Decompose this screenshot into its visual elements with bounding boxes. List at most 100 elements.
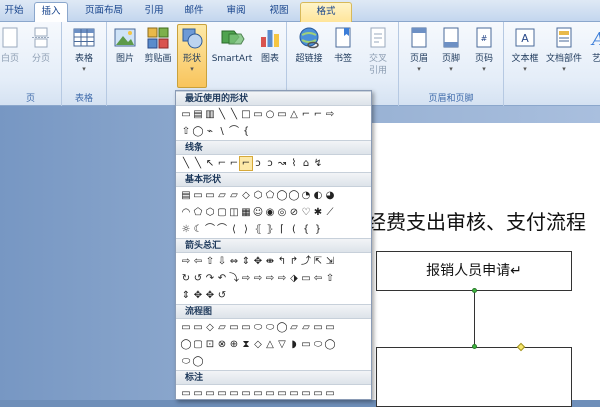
shape-basic-icon[interactable]: ⟩: [240, 223, 252, 236]
shape-recent-icon[interactable]: □: [240, 108, 252, 121]
cross-reference-button[interactable]: 交叉 引用: [363, 25, 393, 77]
shape-recent-icon[interactable]: ⌁: [204, 125, 216, 138]
shape-flowchart-icon[interactable]: ◯: [324, 338, 336, 351]
shape-basic-icon[interactable]: ♡: [300, 206, 312, 219]
tab-format[interactable]: 格式: [300, 2, 352, 22]
shape-arrows-icon[interactable]: ↻: [180, 272, 192, 285]
shape-recent-icon[interactable]: ⌒: [228, 125, 240, 138]
shape-callouts-icon[interactable]: ▭: [204, 387, 216, 399]
shape-arrows-icon[interactable]: ⇨: [180, 255, 192, 268]
footer-button[interactable]: 页脚 ▾: [437, 25, 465, 73]
shape-flowchart-icon[interactable]: ▭: [228, 321, 240, 334]
shape-lines-icon[interactable]: ⌇: [288, 157, 300, 170]
shape-recent-icon[interactable]: ⇧: [180, 125, 192, 138]
shape-lines-icon[interactable]: ⌂: [300, 157, 312, 170]
blank-page-button[interactable]: 白页: [0, 25, 24, 65]
shape-arrows-icon[interactable]: ↷: [204, 272, 216, 285]
shape-callouts-icon[interactable]: ▭: [264, 387, 276, 399]
shape-lines-icon[interactable]: ⌐: [228, 157, 240, 170]
shape-flowchart-icon[interactable]: ⬭: [264, 321, 276, 334]
shape-flowchart-icon[interactable]: ⬭: [180, 355, 192, 368]
shape-arrows-icon[interactable]: ↰: [276, 255, 288, 268]
shape-basic-icon[interactable]: ◠: [180, 206, 192, 219]
tab-references[interactable]: 引用: [140, 2, 168, 22]
shape-basic-icon[interactable]: ▱: [216, 189, 228, 202]
flowchart-connector[interactable]: [474, 291, 475, 347]
shape-flowchart-icon[interactable]: ◯: [276, 321, 288, 334]
shape-basic-icon[interactable]: ▤: [180, 189, 192, 202]
shape-basic-icon[interactable]: ⬠: [192, 206, 204, 219]
shape-basic-icon[interactable]: ⬠: [264, 189, 276, 202]
shape-recent-icon[interactable]: ⌐: [312, 108, 324, 121]
shape-arrows-icon[interactable]: ⇕: [240, 255, 252, 268]
shape-callouts-icon[interactable]: ▭: [288, 387, 300, 399]
shape-arrows-icon[interactable]: ↶: [216, 272, 228, 285]
shape-basic-icon[interactable]: ▢: [216, 206, 228, 219]
shape-arrows-icon[interactable]: ✥: [252, 255, 264, 268]
shape-flowchart-icon[interactable]: ◇: [252, 338, 264, 351]
shape-arrows-icon[interactable]: ⇨: [264, 272, 276, 285]
shape-basic-icon[interactable]: }: [312, 223, 324, 236]
shape-lines-icon[interactable]: ⌐: [216, 157, 228, 170]
shape-lines-icon[interactable]: ↝: [276, 157, 288, 170]
smartart-button[interactable]: SmartArt: [209, 25, 255, 65]
shape-arrows-icon[interactable]: ✥: [192, 289, 204, 302]
shape-arrows-icon[interactable]: ⇼: [264, 255, 276, 268]
shape-basic-icon[interactable]: ◫: [228, 206, 240, 219]
shape-basic-icon[interactable]: ✱: [312, 206, 324, 219]
tab-start[interactable]: 开始: [0, 2, 30, 22]
shape-flowchart-icon[interactable]: ⊕: [228, 338, 240, 351]
shape-callouts-icon[interactable]: ▭: [300, 387, 312, 399]
shape-lines-icon[interactable]: ↖: [204, 157, 216, 170]
shape-basic-icon[interactable]: ◐: [312, 189, 324, 202]
shape-lines-icon[interactable]: ↯: [312, 157, 324, 170]
shape-arrows-icon[interactable]: ⇦: [192, 255, 204, 268]
shape-recent-icon[interactable]: △: [288, 108, 300, 121]
page-break-button[interactable]: 分页: [27, 25, 55, 65]
shape-basic-icon[interactable]: ⬡: [204, 206, 216, 219]
table-button[interactable]: 表格 ▾: [68, 25, 100, 73]
shape-arrows-icon[interactable]: ⇲: [324, 255, 336, 268]
shape-lines-icon[interactable]: ╲: [192, 157, 204, 170]
shape-basic-icon[interactable]: ⌈: [276, 223, 288, 236]
shape-arrows-icon[interactable]: ⇕: [180, 289, 192, 302]
shape-flowchart-icon[interactable]: ▢: [192, 338, 204, 351]
shape-arrows-icon[interactable]: ⤴: [300, 255, 312, 268]
shape-basic-icon[interactable]: {: [300, 223, 312, 236]
shape-basic-icon[interactable]: ⟋: [324, 206, 336, 219]
shape-arrows-icon[interactable]: ⇨: [240, 272, 252, 285]
shape-arrows-icon[interactable]: ⇧: [324, 272, 336, 285]
shape-basic-icon[interactable]: ▭: [204, 189, 216, 202]
shape-basic-icon[interactable]: ⦄: [264, 223, 276, 236]
shape-callouts-icon[interactable]: ▭: [228, 387, 240, 399]
hyperlink-button[interactable]: 超链接: [293, 25, 325, 65]
quick-parts-button[interactable]: 文档部件 ▾: [542, 25, 586, 73]
shape-flowchart-icon[interactable]: △: [264, 338, 276, 351]
shape-flowchart-icon[interactable]: ▱: [300, 321, 312, 334]
shape-callouts-icon[interactable]: ▭: [324, 387, 336, 399]
shape-flowchart-icon[interactable]: ◯: [192, 355, 204, 368]
shape-basic-icon[interactable]: ◯: [276, 189, 288, 202]
tab-insert[interactable]: 插入: [34, 2, 68, 23]
shape-arrows-icon[interactable]: ✥: [204, 289, 216, 302]
shape-arrows-icon[interactable]: ⇩: [216, 255, 228, 268]
shape-basic-icon[interactable]: (: [288, 223, 300, 236]
shape-arrows-icon[interactable]: ⇨: [276, 272, 288, 285]
shape-basic-icon[interactable]: ◇: [240, 189, 252, 202]
shape-recent-icon[interactable]: ⌐: [300, 108, 312, 121]
shape-callouts-icon[interactable]: ▭: [240, 387, 252, 399]
shape-arrows-icon[interactable]: ↺: [192, 272, 204, 285]
shape-basic-icon[interactable]: ▱: [228, 189, 240, 202]
bookmark-button[interactable]: 书签: [329, 25, 357, 65]
shape-arrows-icon[interactable]: ▭: [300, 272, 312, 285]
shape-recent-icon[interactable]: {: [240, 125, 252, 138]
wordart-button[interactable]: A 艺术: [588, 25, 600, 65]
shape-recent-icon[interactable]: ╲: [228, 108, 240, 121]
shape-basic-icon[interactable]: ◎: [276, 206, 288, 219]
shape-arrows-icon[interactable]: ↺: [216, 289, 228, 302]
shape-recent-icon[interactable]: \: [216, 125, 228, 138]
tab-view[interactable]: 视图: [265, 2, 293, 22]
shape-lines-icon[interactable]: ↄ: [252, 157, 264, 170]
shape-flowchart-icon[interactable]: ⬭: [312, 338, 324, 351]
picture-button[interactable]: 图片: [110, 25, 140, 65]
